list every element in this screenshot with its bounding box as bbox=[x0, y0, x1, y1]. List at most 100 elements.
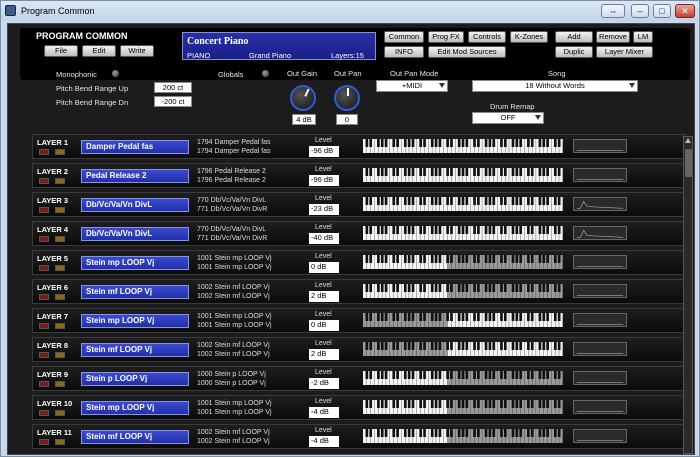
lm-button[interactable]: LM bbox=[633, 31, 653, 43]
black-key bbox=[450, 342, 453, 350]
black-key bbox=[542, 371, 546, 379]
layer-keyboard[interactable] bbox=[363, 400, 563, 414]
layer-program-selector[interactable]: Stein p LOOP Vj bbox=[81, 372, 189, 386]
black-key bbox=[380, 342, 384, 350]
layer-keyboard[interactable] bbox=[363, 139, 563, 153]
layer-keyboard[interactable] bbox=[363, 342, 563, 356]
black-key bbox=[530, 168, 534, 176]
layer-solo-toggle[interactable] bbox=[55, 439, 65, 445]
restore-icon[interactable]: ⇔ bbox=[601, 4, 625, 18]
layer-keyboard[interactable] bbox=[363, 255, 563, 269]
layer-program-selector[interactable]: Stein mp LOOP Vj bbox=[81, 401, 189, 415]
edit-button[interactable]: Edit bbox=[82, 45, 116, 57]
layer-mute-toggle[interactable] bbox=[39, 149, 49, 155]
minimize-icon[interactable]: – bbox=[631, 4, 649, 18]
add-button[interactable]: Add bbox=[555, 31, 593, 43]
layer-program-selector[interactable]: Stein mp LOOP Vj bbox=[81, 314, 189, 328]
layer-keyboard[interactable] bbox=[363, 168, 563, 182]
out-gain-value[interactable]: 4 dB bbox=[292, 114, 316, 125]
globals-led[interactable] bbox=[262, 70, 269, 77]
remove-button[interactable]: Remove bbox=[596, 31, 630, 43]
write-button[interactable]: Write bbox=[120, 45, 154, 57]
layer-program-selector[interactable]: Pedal Release 2 bbox=[81, 169, 189, 183]
out-gain-knob[interactable] bbox=[290, 85, 316, 111]
layer-level-field[interactable]: 0 dB bbox=[309, 262, 339, 273]
layer-solo-toggle[interactable] bbox=[55, 149, 65, 155]
scroll-up-icon[interactable] bbox=[685, 138, 691, 143]
layer-level-field[interactable]: -96 dB bbox=[309, 146, 339, 157]
black-key bbox=[553, 400, 557, 408]
layer-keymap-2: 1001 Stein mp LOOP Vj bbox=[197, 409, 272, 416]
prog-fx-button[interactable]: Prog FX bbox=[428, 31, 464, 43]
layer-program-selector[interactable]: Stein mp LOOP Vj bbox=[81, 256, 189, 270]
layer-solo-toggle[interactable] bbox=[55, 410, 65, 416]
layer-keyboard[interactable] bbox=[363, 313, 563, 327]
black-key bbox=[538, 226, 542, 234]
layer-program-selector[interactable]: Db/Vc/Va/Vn DivL bbox=[81, 198, 189, 212]
edit-mod-sources-button[interactable]: Edit Mod Sources bbox=[428, 46, 506, 58]
layer-level-field[interactable]: -2 dB bbox=[309, 378, 339, 389]
k-zones-button[interactable]: K-Zones bbox=[510, 31, 548, 43]
layer-mixer-button[interactable]: Layer Mixer bbox=[596, 46, 653, 58]
layer-solo-toggle[interactable] bbox=[55, 381, 65, 387]
black-key bbox=[500, 342, 503, 350]
layer-keyboard[interactable] bbox=[363, 226, 563, 240]
layer-mute-toggle[interactable] bbox=[39, 381, 49, 387]
layer-level-field[interactable]: -4 dB bbox=[309, 407, 339, 418]
black-key bbox=[446, 226, 449, 234]
layer-program-selector[interactable]: Damper Pedal fas bbox=[81, 140, 189, 154]
black-key bbox=[430, 400, 434, 408]
layer-level-field[interactable]: -40 dB bbox=[309, 233, 339, 244]
monophonic-led[interactable] bbox=[112, 70, 119, 77]
scroll-thumb[interactable] bbox=[685, 149, 692, 177]
black-key bbox=[515, 168, 519, 176]
layer-mute-toggle[interactable] bbox=[39, 439, 49, 445]
layer-solo-toggle[interactable] bbox=[55, 265, 65, 271]
vertical-scrollbar[interactable] bbox=[683, 136, 693, 454]
layer-solo-toggle[interactable] bbox=[55, 207, 65, 213]
layer-level-field[interactable]: 2 dB bbox=[309, 349, 339, 360]
black-key bbox=[411, 313, 415, 321]
maximize-icon[interactable]: □ bbox=[653, 4, 671, 18]
file-button[interactable]: File bbox=[44, 45, 78, 57]
info-button[interactable]: INFO bbox=[384, 46, 424, 58]
out-pan-value[interactable]: 0 bbox=[336, 114, 358, 125]
pitch-bend-up-field[interactable]: 200 ct bbox=[154, 82, 192, 93]
layer-mute-toggle[interactable] bbox=[39, 207, 49, 213]
controls-button[interactable]: Controls bbox=[468, 31, 506, 43]
layer-level-field[interactable]: -23 dB bbox=[309, 204, 339, 215]
layer-solo-toggle[interactable] bbox=[55, 352, 65, 358]
layer-mute-toggle[interactable] bbox=[39, 294, 49, 300]
layer-mute-toggle[interactable] bbox=[39, 352, 49, 358]
layer-mute-toggle[interactable] bbox=[39, 236, 49, 242]
common-button[interactable]: Common bbox=[384, 31, 424, 43]
layer-level-field[interactable]: 0 dB bbox=[309, 320, 339, 331]
out-pan-knob[interactable] bbox=[334, 85, 360, 111]
layer-solo-toggle[interactable] bbox=[55, 323, 65, 329]
layer-program-selector[interactable]: Db/Vc/Va/Vn DivL bbox=[81, 227, 189, 241]
duplicate-button[interactable]: Duplic bbox=[555, 46, 593, 58]
layer-level-field[interactable]: -4 dB bbox=[309, 436, 339, 447]
layer-mute-toggle[interactable] bbox=[39, 265, 49, 271]
layer-keyboard[interactable] bbox=[363, 429, 563, 443]
out-pan-mode-dropdown[interactable]: +MIDI bbox=[376, 80, 448, 92]
layer-solo-toggle[interactable] bbox=[55, 178, 65, 184]
layer-keyboard[interactable] bbox=[363, 371, 563, 385]
layer-program-selector[interactable]: Stein mf LOOP Vj bbox=[81, 343, 189, 357]
pitch-bend-dn-field[interactable]: -200 ct bbox=[154, 96, 192, 107]
layer-mute-toggle[interactable] bbox=[39, 323, 49, 329]
layer-mute-toggle[interactable] bbox=[39, 410, 49, 416]
layer-keyboard[interactable] bbox=[363, 197, 563, 211]
layer-level-field[interactable]: 2 dB bbox=[309, 291, 339, 302]
song-dropdown[interactable]: 18 Without Words bbox=[472, 80, 638, 92]
layer-solo-toggle[interactable] bbox=[55, 236, 65, 242]
layer-mute-toggle[interactable] bbox=[39, 178, 49, 184]
layer-solo-toggle[interactable] bbox=[55, 294, 65, 300]
close-icon[interactable]: ✕ bbox=[675, 4, 695, 18]
black-key bbox=[365, 342, 369, 350]
layer-keyboard[interactable] bbox=[363, 284, 563, 298]
layer-program-selector[interactable]: Stein mf LOOP Vj bbox=[81, 285, 189, 299]
drum-remap-dropdown[interactable]: OFF bbox=[472, 112, 544, 124]
layer-program-selector[interactable]: Stein mf LOOP Vj bbox=[81, 430, 189, 444]
layer-level-field[interactable]: -96 dB bbox=[309, 175, 339, 186]
